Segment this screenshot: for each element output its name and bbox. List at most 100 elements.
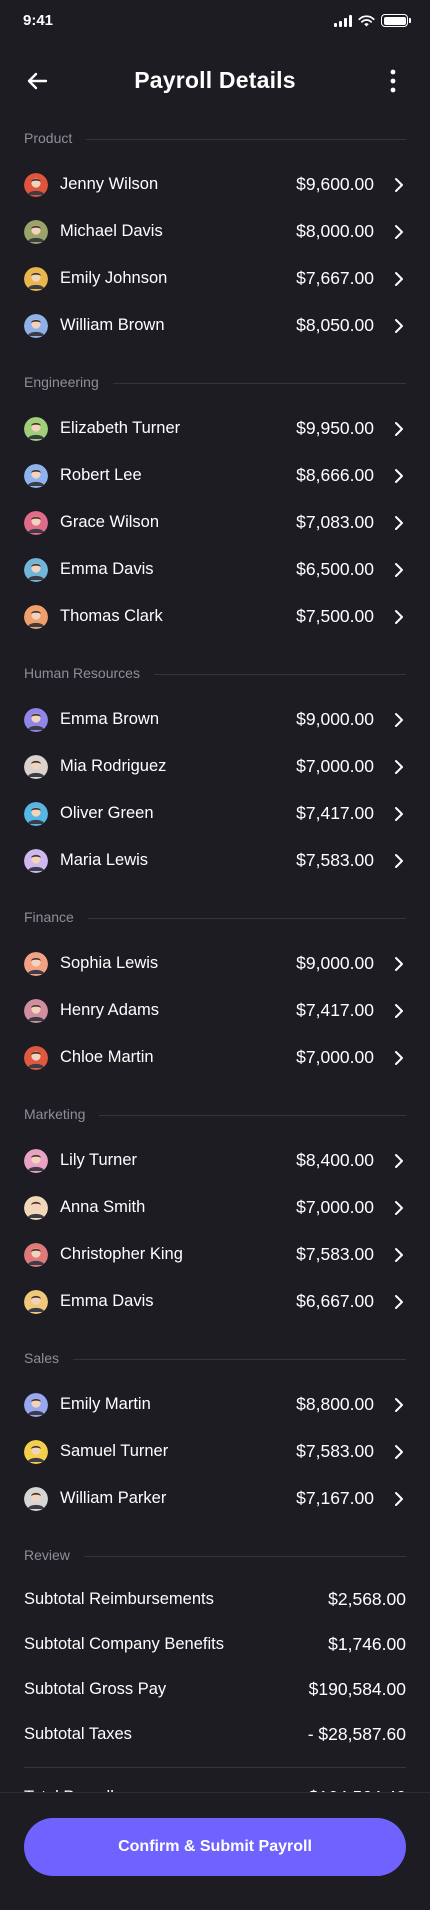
employee-amount: $7,583.00 [296, 850, 374, 870]
employee-amount: $8,000.00 [296, 221, 374, 241]
review-label: Subtotal Gross Pay [24, 1680, 167, 1698]
employee-amount: $6,500.00 [296, 559, 374, 579]
section-engineering: Engineering Elizabeth Turner $9,950.00 Robe… [0, 368, 430, 641]
employee-row[interactable]: Emily Johnson $7,667.00 [0, 256, 430, 303]
employee-name: Robert Lee [60, 466, 142, 484]
employee-row[interactable]: Elizabeth Turner $9,950.00 [0, 406, 430, 453]
section-human-resources: Human Resources Emma Brown $9,000.00 Mia Ro… [0, 659, 430, 885]
employee-amount: $7,583.00 [296, 1244, 374, 1264]
avatar [24, 952, 48, 976]
employee-name: Grace Wilson [60, 513, 160, 531]
employee-amount: $7,000.00 [296, 756, 374, 776]
section-sales: Sales Emily Martin $8,800.00 Samuel Turner $… [0, 1344, 430, 1523]
employee-amount: $7,500.00 [296, 606, 374, 626]
avatar [24, 755, 48, 779]
avatar [24, 708, 48, 732]
section-header: Review [0, 1541, 430, 1571]
avatar [24, 173, 48, 197]
bottom-bar: Confirm & Submit Payroll [0, 1792, 430, 1910]
employee-row[interactable]: Christopher King $7,583.00 [0, 1232, 430, 1279]
employee-name: Chloe Martin [60, 1048, 154, 1066]
avatar [24, 605, 48, 629]
payroll-list: Product Jenny Wilson $9,600.00 Michael Davi… [0, 124, 430, 1830]
chevron-right-icon [392, 421, 406, 437]
review-label: Subtotal Company Benefits [24, 1635, 224, 1653]
section-review: Review Subtotal Reimbursements $2,568.00 Su… [0, 1541, 430, 1830]
chevron-right-icon [392, 1294, 406, 1310]
chevron-right-icon [392, 1003, 406, 1019]
more-options-button[interactable] [378, 66, 408, 96]
employee-amount: $8,050.00 [296, 315, 374, 335]
section-header: Sales [0, 1344, 430, 1374]
chevron-right-icon [392, 1200, 406, 1216]
employee-amount: $8,666.00 [296, 465, 374, 485]
employee-row[interactable]: Samuel Turner $7,583.00 [0, 1429, 430, 1476]
employee-name: Anna Smith [60, 1198, 146, 1216]
review-row: Subtotal Company Benefits $1,746.00 [0, 1624, 430, 1669]
employee-row[interactable]: Emma Davis $6,500.00 [0, 547, 430, 594]
avatar [24, 1196, 48, 1220]
chevron-right-icon [392, 318, 406, 334]
avatar [24, 1243, 48, 1267]
employee-row[interactable]: Oliver Green $7,417.00 [0, 791, 430, 838]
employee-row[interactable]: Lily Turner $8,400.00 [0, 1138, 430, 1185]
employee-name: Maria Lewis [60, 851, 149, 869]
employee-row[interactable]: Grace Wilson $7,083.00 [0, 500, 430, 547]
review-row: Subtotal Taxes - $28,587.60 [0, 1714, 430, 1759]
employee-row[interactable]: Jenny Wilson $9,600.00 [0, 162, 430, 209]
status-icons [334, 14, 411, 27]
section-label: Sales [24, 1350, 74, 1366]
employee-name: William Parker [60, 1489, 167, 1507]
avatar [24, 802, 48, 826]
header: Payroll Details [0, 56, 430, 104]
employee-amount: $7,167.00 [296, 1488, 374, 1508]
employee-row[interactable]: Maria Lewis $7,583.00 [0, 838, 430, 885]
employee-name: Thomas Clark [60, 607, 163, 625]
avatar [24, 849, 48, 873]
employee-amount: $7,667.00 [296, 268, 374, 288]
employee-name: Jenny Wilson [60, 175, 159, 193]
chevron-right-icon [392, 1153, 406, 1169]
chevron-right-icon [392, 468, 406, 484]
employee-row[interactable]: Anna Smith $7,000.00 [0, 1185, 430, 1232]
employee-name: Emma Davis [60, 560, 154, 578]
employee-row[interactable]: Emma Davis $6,667.00 [0, 1279, 430, 1326]
chevron-right-icon [392, 515, 406, 531]
employee-row[interactable]: Thomas Clark $7,500.00 [0, 594, 430, 641]
employee-name: Emma Davis [60, 1292, 154, 1310]
employee-name: Christopher King [60, 1245, 183, 1263]
section-divider [24, 1359, 406, 1360]
employee-row[interactable]: Emily Martin $8,800.00 [0, 1382, 430, 1429]
section-label: Engineering [24, 374, 113, 390]
chevron-right-icon [392, 759, 406, 775]
employee-amount: $7,417.00 [296, 1000, 374, 1020]
section-label: Finance [24, 909, 88, 925]
avatar [24, 1440, 48, 1464]
chevron-right-icon [392, 1050, 406, 1066]
employee-row[interactable]: Chloe Martin $7,000.00 [0, 1035, 430, 1082]
chevron-right-icon [392, 1247, 406, 1263]
status-bar: 9:41 [0, 0, 430, 44]
employee-row[interactable]: Sophia Lewis $9,000.00 [0, 941, 430, 988]
employee-row[interactable]: Robert Lee $8,666.00 [0, 453, 430, 500]
avatar [24, 314, 48, 338]
employee-amount: $9,000.00 [296, 953, 374, 973]
employee-row[interactable]: William Brown $8,050.00 [0, 303, 430, 350]
employee-row[interactable]: Emma Brown $9,000.00 [0, 697, 430, 744]
section-header: Engineering [0, 368, 430, 398]
employee-row[interactable]: William Parker $7,167.00 [0, 1476, 430, 1523]
confirm-submit-payroll-button[interactable]: Confirm & Submit Payroll [24, 1818, 406, 1876]
section-label: Review [24, 1547, 84, 1563]
avatar [24, 1149, 48, 1173]
employee-amount: $8,800.00 [296, 1394, 374, 1414]
employee-row[interactable]: Michael Davis $8,000.00 [0, 209, 430, 256]
avatar [24, 1393, 48, 1417]
employee-row[interactable]: Henry Adams $7,417.00 [0, 988, 430, 1035]
chevron-right-icon [392, 609, 406, 625]
chevron-right-icon [392, 853, 406, 869]
avatar [24, 220, 48, 244]
employee-row[interactable]: Mia Rodriguez $7,000.00 [0, 744, 430, 791]
chevron-right-icon [392, 956, 406, 972]
employee-amount: $9,000.00 [296, 709, 374, 729]
section-label: Product [24, 130, 87, 146]
